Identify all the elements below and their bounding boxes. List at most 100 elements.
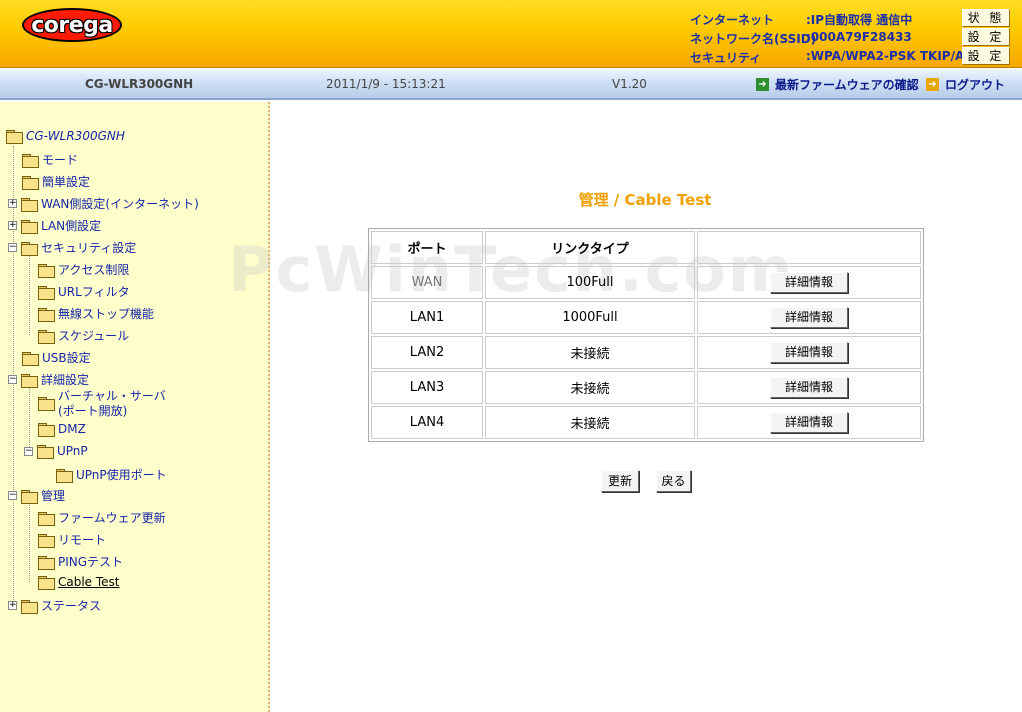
expand-plus-icon[interactable]: + (8, 221, 17, 230)
link-type-cell: 100Full (485, 266, 695, 299)
action-cell: 詳細情報 (697, 371, 921, 404)
sidebar-item-upnp[interactable]: − UPnP (24, 444, 88, 459)
datetime: 2011/1/9 - 15:13:21 (326, 77, 446, 91)
folder-icon (22, 153, 39, 168)
sidebar-item-easy-setup[interactable]: 簡単設定 (22, 173, 90, 190)
sidebar-item-label: セキュリティ設定 (41, 241, 137, 255)
link-type-cell: 未接続 (485, 371, 695, 404)
sidebar-item-url-filter[interactable]: URLフィルタ (38, 283, 130, 300)
action-cell: 詳細情報 (697, 266, 921, 299)
details-button[interactable]: 詳細情報 (770, 412, 848, 433)
tree-guide (29, 255, 30, 335)
table-row: LAN1 1000Full 詳細情報 (371, 301, 921, 334)
status-internet: インターネット :IP自動取得 通信中 状 態 (690, 9, 1022, 28)
sidebar-item-label: 簡単設定 (42, 175, 91, 189)
sidebar-item-wan[interactable]: + WAN側設定(インターネット) (8, 195, 199, 212)
folder-icon (38, 423, 55, 437)
sidebar-item-label: UPnP使用ポート (76, 468, 167, 482)
sidebar-item-lan[interactable]: + LAN側設定 (8, 217, 101, 234)
firmware-check-link[interactable]: ➜ 最新ファームウェアの確認 (756, 76, 919, 93)
page-title: 管理 / Cable Test (578, 191, 712, 209)
sidebar-item-label: WAN側設定(インターネット) (41, 197, 199, 211)
table-row: LAN3 未接続 詳細情報 (371, 371, 921, 404)
tree-root[interactable]: CG-WLR300GNH (6, 129, 125, 144)
logout-link[interactable]: ➜ ログアウト (926, 76, 1005, 93)
sidebar-item-advanced[interactable]: − 詳細設定 (8, 371, 89, 388)
back-button[interactable]: 戻る (656, 470, 691, 492)
sidebar-item-label-group: バーチャル・サーバ (ポート開放) (58, 389, 166, 419)
tree-guide (29, 498, 30, 582)
sidebar-item-label: ステータス (41, 599, 102, 613)
status-security-label: セキュリティ (690, 51, 762, 65)
sidebar-item-status[interactable]: + ステータス (8, 597, 101, 614)
table-header-row: ポート リンクタイプ (371, 231, 921, 264)
details-button[interactable]: 詳細情報 (770, 342, 848, 363)
port-cell: WAN (371, 266, 483, 299)
folder-open-icon (6, 130, 23, 144)
sidebar-item-remote[interactable]: リモート (38, 531, 106, 548)
link-type-cell: 1000Full (485, 301, 695, 334)
status-security: セキュリティ :WPA/WPA2-PSK TKIP/AES 設 定 (690, 47, 1022, 66)
corega-logo: corega (22, 8, 122, 42)
logout-label: ログアウト (945, 78, 1006, 92)
tree-root-label: CG-WLR300GNH (26, 129, 125, 143)
sidebar-item-label: 無線ストップ機能 (58, 307, 155, 321)
collapse-minus-icon[interactable]: − (8, 243, 17, 252)
security-settings-button[interactable]: 設 定 (962, 47, 1010, 65)
firmware-check-label: 最新ファームウェアの確認 (775, 78, 919, 92)
info-bar: CG-WLR300GNH 2011/1/9 - 15:13:21 V1.20 ➜… (0, 68, 1022, 100)
sidebar-item-upnp-ports[interactable]: UPnP使用ポート (56, 466, 167, 483)
sidebar-item-label: アクセス制限 (58, 263, 130, 277)
sidebar-item-security[interactable]: − セキュリティ設定 (8, 239, 136, 256)
details-button[interactable]: 詳細情報 (770, 307, 848, 328)
collapse-minus-icon[interactable]: − (24, 446, 33, 456)
details-button[interactable]: 詳細情報 (770, 272, 848, 293)
port-cell: LAN4 (371, 406, 483, 439)
cable-test-table: ポート リンクタイプ WAN 100Full 詳細情報 LAN1 1000Ful… (368, 228, 924, 442)
sidebar-item-dmz[interactable]: DMZ (38, 422, 86, 437)
sidebar-item-label: PINGテスト (58, 555, 124, 569)
folder-icon (38, 307, 55, 322)
action-cell: 詳細情報 (697, 406, 921, 439)
folder-icon (22, 351, 39, 366)
table-row: LAN4 未接続 詳細情報 (371, 406, 921, 439)
folder-icon (21, 219, 38, 234)
sidebar-item-cable-test[interactable]: Cable Test (38, 575, 120, 590)
action-cell: 詳細情報 (697, 301, 921, 334)
details-button[interactable]: 詳細情報 (770, 377, 848, 398)
link-type-cell: 未接続 (485, 406, 695, 439)
ssid-settings-button[interactable]: 設 定 (962, 28, 1010, 46)
folder-icon (38, 329, 55, 344)
column-header-link-type: リンクタイプ (485, 231, 695, 264)
collapse-minus-icon[interactable]: − (8, 491, 17, 500)
sidebar-item-admin[interactable]: − 管理 (8, 487, 65, 504)
sidebar-item-label: UPnP (57, 444, 88, 458)
logout-arrow-icon: ➜ (926, 78, 939, 91)
status-button[interactable]: 状 態 (962, 9, 1010, 27)
expand-plus-icon[interactable]: + (8, 199, 17, 208)
sidebar-item-virtual-server[interactable]: バーチャル・サーバ (ポート開放) (38, 389, 166, 419)
collapse-minus-icon[interactable]: − (8, 375, 17, 384)
model-name: CG-WLR300GNH (85, 77, 194, 91)
status-ssid: ネットワーク名(SSID) :000A79F28433 設 定 (690, 28, 1022, 47)
sidebar-item-usb[interactable]: USB設定 (22, 349, 91, 366)
sidebar-item-firmware-update[interactable]: ファームウェア更新 (38, 509, 166, 526)
status-internet-value: :IP自動取得 通信中 (806, 13, 913, 27)
folder-icon (38, 511, 55, 526)
refresh-button[interactable]: 更新 (601, 470, 639, 492)
sidebar-item-schedule[interactable]: スケジュール (38, 327, 129, 344)
port-cell: LAN1 (371, 301, 483, 334)
sidebar-item-access-control[interactable]: アクセス制限 (38, 261, 129, 278)
sidebar-item-wireless-stop[interactable]: 無線ストップ機能 (38, 305, 154, 322)
column-header-action (697, 231, 921, 264)
expand-plus-icon[interactable]: + (8, 601, 17, 610)
sidebar-item-mode[interactable]: モード (22, 151, 78, 168)
link-type-cell: 未接続 (485, 336, 695, 369)
sidebar-item-ping-test[interactable]: PINGテスト (38, 553, 123, 570)
port-cell: LAN2 (371, 336, 483, 369)
folder-icon (22, 175, 39, 190)
folder-icon (38, 397, 55, 411)
folder-open-icon (38, 576, 55, 590)
sidebar-item-label: 管理 (41, 489, 66, 503)
sidebar-item-label: USB設定 (42, 351, 91, 365)
